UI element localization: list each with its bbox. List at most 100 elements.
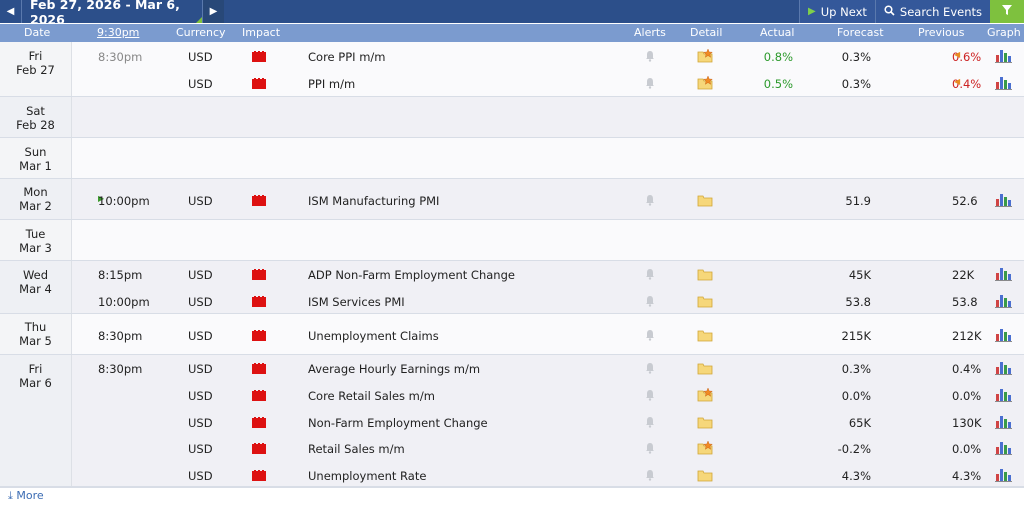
event-row[interactable]: 8:30pm USD Average Hourly Earnings m/m 0.3%… xyxy=(0,355,1024,381)
high-impact-icon[interactable] xyxy=(252,78,266,90)
day-row: Sat Feb 28 xyxy=(0,97,1024,138)
event-forecast: 4.3% xyxy=(841,468,871,483)
event-name[interactable]: PPI m/m xyxy=(308,77,355,91)
event-previous-text: 0.0% xyxy=(952,442,982,457)
high-impact-icon[interactable] xyxy=(252,50,266,62)
folder-icon[interactable] xyxy=(697,193,713,207)
event-currency: USD xyxy=(188,268,213,283)
folder-icon[interactable] xyxy=(697,328,713,342)
event-row[interactable]: 10:00pm USD ISM Services PMI 53.8 53.8 xyxy=(0,288,1024,314)
bar-chart-icon[interactable] xyxy=(994,48,1012,63)
high-impact-icon[interactable] xyxy=(252,194,266,206)
event-previous-text: 0.4% xyxy=(952,362,982,377)
high-impact-icon[interactable] xyxy=(252,269,266,281)
bar-chart-icon[interactable] xyxy=(994,387,1012,402)
high-impact-icon[interactable] xyxy=(252,469,266,481)
bell-icon[interactable] xyxy=(645,389,655,401)
event-forecast: 51.9 xyxy=(845,193,871,208)
event-forecast: 0.3% xyxy=(841,49,871,64)
bar-chart-icon[interactable] xyxy=(994,75,1012,91)
event-row[interactable]: 8:30pm USD Unemployment Claims 215K 212K xyxy=(0,322,1024,348)
event-forecast: 53.8 xyxy=(845,294,871,309)
more-link[interactable]: ⤓ More xyxy=(8,489,44,503)
filter-button[interactable] xyxy=(990,0,1024,23)
up-next-button[interactable]: ▶ Up Next xyxy=(799,0,875,23)
event-name[interactable]: Non-Farm Employment Change xyxy=(308,416,488,430)
event-name[interactable]: Unemployment Claims xyxy=(308,329,439,343)
event-name[interactable]: Unemployment Rate xyxy=(308,469,426,483)
revised-icon[interactable]: ◀ xyxy=(954,50,960,59)
high-impact-icon[interactable] xyxy=(252,295,266,307)
bell-icon[interactable] xyxy=(645,362,655,374)
event-name[interactable]: Retail Sales m/m xyxy=(308,442,405,456)
event-row[interactable]: 8:15pm USD ADP Non-Farm Employment Change 4… xyxy=(0,261,1024,287)
day-row: Thu Mar 5 8:30pm USD Unemployment Claims 215K… xyxy=(0,314,1024,355)
event-row[interactable]: USD Non-Farm Employment Change 65K 130K xyxy=(0,409,1024,435)
folder-icon[interactable] xyxy=(697,468,713,482)
bar-chart-icon[interactable] xyxy=(994,327,1012,342)
folder-icon[interactable] xyxy=(697,415,713,429)
bell-icon[interactable] xyxy=(645,77,655,89)
col-alerts: Alerts xyxy=(634,26,666,39)
event-previous-text: 22K xyxy=(952,268,975,283)
bell-icon[interactable] xyxy=(645,442,655,454)
folder-star-icon[interactable] xyxy=(697,387,713,402)
bar-chart-icon[interactable] xyxy=(994,192,1012,207)
event-row[interactable]: 8:30pm USD Core PPI m/m 0.8% 0.3% 0.6% ◀ xyxy=(0,43,1024,69)
event-name[interactable]: ISM Services PMI xyxy=(308,295,405,309)
col-currency: Currency xyxy=(176,26,226,39)
more-label: More xyxy=(16,489,44,502)
event-row[interactable]: USD Retail Sales m/m -0.2% 0.0% xyxy=(0,435,1024,461)
filter-icon xyxy=(1001,4,1013,19)
high-impact-icon[interactable] xyxy=(252,389,266,401)
download-icon: ⤓ xyxy=(8,489,13,502)
revised-icon[interactable]: ◀ xyxy=(954,77,960,86)
event-row[interactable]: USD Core Retail Sales m/m 0.0% 0.0% xyxy=(0,382,1024,408)
event-actual: 0.8% xyxy=(763,49,793,64)
bar-chart-icon[interactable] xyxy=(994,266,1012,282)
bar-chart-icon[interactable] xyxy=(994,414,1012,429)
bell-icon[interactable] xyxy=(645,469,655,481)
folder-star-icon[interactable] xyxy=(697,48,713,63)
col-time-zone[interactable]: 9:30pm xyxy=(97,26,139,39)
event-time-text: 8:30pm xyxy=(98,328,143,343)
bell-icon[interactable] xyxy=(645,194,655,206)
day-cell: Sat Feb 28 xyxy=(0,97,72,137)
folder-star-icon[interactable] xyxy=(697,75,713,90)
event-name[interactable]: Average Hourly Earnings m/m xyxy=(308,362,480,376)
date-range-label[interactable]: Feb 27, 2026 - Mar 6, 2026 xyxy=(22,0,202,27)
bell-icon[interactable] xyxy=(645,416,655,428)
search-events-button[interactable]: Search Events xyxy=(874,0,990,23)
bell-icon[interactable] xyxy=(645,329,655,341)
event-name[interactable]: Core PPI m/m xyxy=(308,50,385,64)
bar-chart-icon[interactable] xyxy=(994,293,1012,308)
event-previous-text: 130K xyxy=(952,415,982,430)
folder-icon[interactable] xyxy=(697,361,713,375)
bar-chart-icon[interactable] xyxy=(994,360,1012,376)
high-impact-icon[interactable] xyxy=(252,443,266,455)
event-row[interactable]: USD Unemployment Rate 4.3% 4.3% xyxy=(0,462,1024,488)
event-row[interactable]: ▶ 10:00pm USD ISM Manufacturing PMI 51.9 52.6 xyxy=(0,187,1024,213)
folder-icon[interactable] xyxy=(697,294,713,308)
bar-chart-icon[interactable] xyxy=(994,467,1012,482)
day-row: Mon Mar 2 ▶ 10:00pm USD ISM Manufacturing PMI… xyxy=(0,179,1024,220)
prev-week-button[interactable]: ◀ xyxy=(0,0,22,23)
event-currency: USD xyxy=(188,193,213,208)
folder-icon[interactable] xyxy=(697,267,713,281)
day-row: Fri Mar 6 8:30pm USD Average Hourly Earnings… xyxy=(0,355,1024,488)
event-name[interactable]: ISM Manufacturing PMI xyxy=(308,194,439,208)
high-impact-icon[interactable] xyxy=(252,329,266,341)
event-row[interactable]: USD PPI m/m 0.5% 0.3% 0.4% ◀ xyxy=(0,70,1024,96)
bell-icon[interactable] xyxy=(645,268,655,280)
folder-star-icon[interactable] xyxy=(697,440,713,455)
col-actual: Actual xyxy=(760,26,795,39)
bar-chart-icon[interactable] xyxy=(994,440,1012,455)
bell-icon[interactable] xyxy=(645,295,655,307)
event-name[interactable]: ADP Non-Farm Employment Change xyxy=(308,268,515,282)
high-impact-icon[interactable] xyxy=(252,363,266,375)
event-name[interactable]: Core Retail Sales m/m xyxy=(308,389,435,403)
next-week-button[interactable]: ▶ xyxy=(202,0,224,23)
event-previous-text: 53.8 xyxy=(952,294,978,309)
bell-icon[interactable] xyxy=(645,50,655,62)
high-impact-icon[interactable] xyxy=(252,416,266,428)
